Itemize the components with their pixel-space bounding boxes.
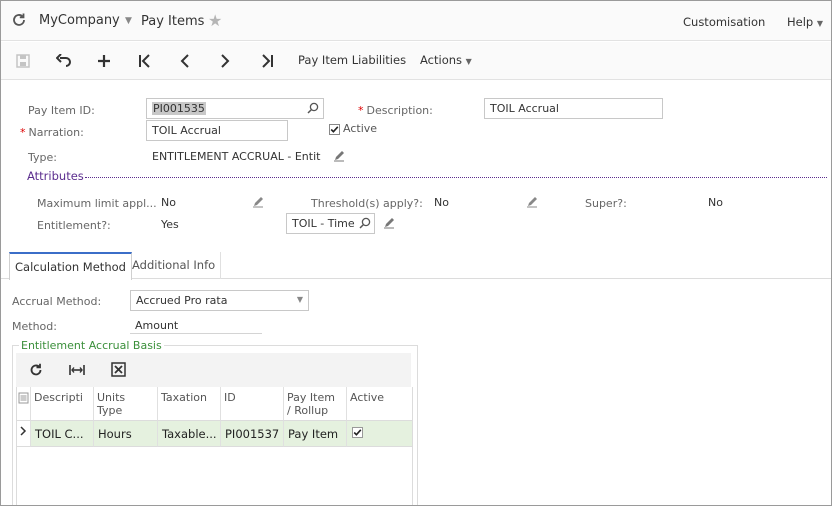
super-label: Super?:	[585, 197, 627, 210]
refresh-icon[interactable]	[29, 363, 43, 380]
refresh-icon[interactable]	[11, 12, 27, 28]
row-selector[interactable]	[17, 421, 31, 447]
tab-calculation-method[interactable]: Calculation Method	[9, 252, 132, 280]
app-window: MyCompany ▼ Pay Items ★ Customisation He…	[0, 0, 832, 506]
table-cell-id[interactable]: PI001537	[221, 421, 284, 447]
column-header-id[interactable]: ID	[221, 387, 284, 421]
toolbar: Pay Item Liabilities Actions ▼	[1, 42, 831, 80]
column-header-taxation[interactable]: Taxation	[158, 387, 221, 421]
top-header: MyCompany ▼ Pay Items ★ Customisation He…	[1, 1, 831, 41]
search-icon[interactable]	[307, 102, 319, 117]
help-menu[interactable]: Help ▼	[787, 15, 823, 29]
type-label: Type:	[28, 151, 57, 164]
column-header-text: Descripti	[34, 391, 83, 404]
column-header-active[interactable]: Active	[347, 387, 412, 421]
column-header-pay-item-rollup[interactable]: Pay Item / Rollup	[284, 387, 347, 421]
save-icon[interactable]	[13, 52, 33, 70]
add-icon[interactable]	[94, 52, 114, 70]
search-icon[interactable]	[359, 217, 371, 232]
method-value: Amount	[135, 319, 179, 332]
entitlement-label: Entitlement?:	[37, 219, 111, 232]
entitlement-item-value: TOIL - Time	[292, 217, 355, 230]
help-label: Help	[787, 15, 814, 29]
actions-label: Actions	[420, 53, 463, 67]
export-excel-icon[interactable]	[111, 362, 126, 380]
table-cell-taxation[interactable]: Taxable...	[158, 421, 221, 447]
column-header-text: Active	[350, 391, 385, 404]
thresholds-label: Threshold(s) apply?:	[311, 197, 423, 210]
next-record-icon[interactable]	[215, 52, 235, 70]
entitlement-item-input[interactable]: TOIL - Time	[286, 213, 375, 234]
row-selector-header	[17, 387, 31, 421]
active-checkbox[interactable]	[352, 427, 363, 441]
method-underline	[130, 333, 262, 334]
column-header-text: Taxation	[161, 391, 207, 404]
section-divider	[85, 177, 827, 178]
company-selector[interactable]: MyCompany	[39, 13, 120, 28]
previous-record-icon[interactable]	[175, 52, 195, 70]
last-record-icon[interactable]	[257, 52, 277, 70]
max-limit-value: No	[161, 196, 176, 209]
page-title: Pay Items	[141, 14, 205, 29]
actions-menu[interactable]: Actions ▼	[420, 53, 472, 67]
max-limit-label: Maximum limit appl...	[37, 197, 157, 210]
table-cell-units-type[interactable]: Hours	[94, 421, 158, 447]
narration-label: * Narration:	[20, 126, 84, 139]
table-cell-description[interactable]: TOIL C...	[31, 421, 94, 447]
pay-item-id-label: Pay Item ID:	[28, 104, 95, 117]
star-icon[interactable]: ★	[208, 11, 222, 30]
table-cell-pay-item[interactable]: Pay Item	[284, 421, 347, 447]
accrual-method-select[interactable]: Accrued Pro rata ▼	[130, 290, 309, 311]
caret-down-icon[interactable]: ▼	[125, 16, 132, 26]
grid-toolbar	[16, 353, 411, 387]
active-checkbox[interactable]	[329, 124, 340, 138]
pencil-icon[interactable]	[383, 217, 395, 229]
fit-columns-icon[interactable]	[69, 363, 85, 380]
column-header-text: ID	[224, 391, 236, 404]
entitlement-accrual-basis-title: Entitlement Accrual Basis	[19, 339, 164, 352]
column-header-units-type[interactable]: Units Type	[94, 387, 158, 421]
pencil-icon[interactable]	[526, 196, 538, 208]
type-value: ENTITLEMENT ACCRUAL - Entit	[152, 150, 321, 163]
narration-label-text: Narration:	[28, 126, 84, 139]
caret-down-icon: ▼	[816, 19, 824, 28]
pencil-icon[interactable]	[333, 150, 345, 162]
description-label-text: Description:	[366, 104, 433, 117]
caret-down-icon: ▼	[296, 295, 303, 304]
table-cell-active[interactable]	[347, 421, 412, 447]
column-header-text-line2: Type	[97, 404, 123, 417]
accrual-method-label: Accrual Method:	[12, 295, 102, 308]
entitlement-value: Yes	[161, 218, 179, 231]
caret-down-icon: ▼	[465, 57, 472, 66]
entitlement-accrual-basis-grid: Descripti Units Type Taxation ID Pay Item…	[16, 387, 413, 505]
active-label: Active	[343, 122, 378, 135]
pay-item-id-input[interactable]: PI001535	[146, 98, 324, 119]
method-label: Method:	[12, 320, 57, 333]
undo-icon[interactable]	[54, 52, 74, 70]
pencil-icon[interactable]	[252, 196, 264, 208]
column-header-text: Units	[97, 391, 126, 404]
description-label: * Description:	[358, 104, 433, 117]
accrual-method-value: Accrued Pro rata	[136, 294, 228, 307]
customisation-menu[interactable]: Customisation	[683, 15, 765, 29]
column-header-text: Pay Item	[287, 391, 335, 404]
tab-additional-info[interactable]: Additional Info	[127, 252, 222, 279]
first-record-icon[interactable]	[135, 52, 155, 70]
description-input[interactable]: TOIL Accrual	[484, 98, 663, 119]
narration-input[interactable]: TOIL Accrual	[146, 120, 288, 141]
super-value: No	[708, 196, 723, 209]
pay-item-id-value: PI001535	[152, 102, 206, 115]
column-header-text-line2: / Rollup	[287, 404, 329, 417]
pay-item-liabilities-button[interactable]: Pay Item Liabilities	[298, 53, 406, 67]
thresholds-value: No	[434, 196, 449, 209]
attributes-section-title[interactable]: Attributes	[27, 169, 84, 183]
column-header-description[interactable]: Descripti	[31, 387, 94, 421]
